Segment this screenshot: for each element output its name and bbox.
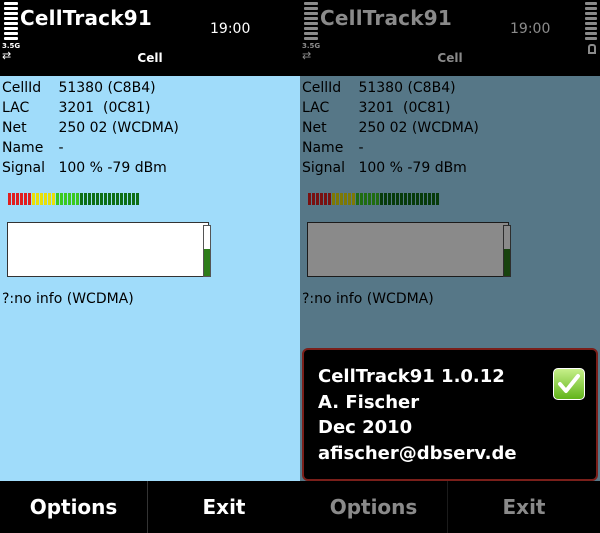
graph-level-fill [204, 248, 210, 276]
signal-row: Signal 100 % -79 dBm [2, 160, 167, 176]
signal-meter-segment [44, 193, 47, 205]
signal-meter-segment [88, 193, 91, 205]
cell-info-panel: CellId 51380 (C8B4) LAC 3201 (0C81) Net … [0, 76, 300, 481]
row-value: - [58, 140, 64, 156]
signal-meter-segment [120, 193, 123, 205]
signal-meter-segment [104, 193, 107, 205]
signal-meter-segment [128, 193, 131, 205]
signal-meter-segment [24, 193, 27, 205]
signal-meter-segment [76, 193, 79, 205]
phone-screen-about: 3.5G ⇄ CellTrack91 19:00 Cell CellId 513… [300, 0, 600, 533]
about-author: A. Fischer [318, 392, 420, 413]
signal-meter-segment [40, 193, 43, 205]
signal-meter-segment [8, 193, 11, 205]
row-label: Net [2, 120, 27, 136]
clock: 19:00 [210, 21, 251, 37]
exit-softkey[interactable]: Exit [150, 481, 298, 533]
row-label: CellId [2, 80, 42, 96]
signal-meter-segment [136, 193, 139, 205]
signal-meter-segment [36, 193, 39, 205]
signal-meter-segment [84, 193, 87, 205]
row-value: 3201 (0C81) [58, 100, 151, 116]
signal-meter-segment [124, 193, 127, 205]
signal-history-graph [7, 222, 211, 277]
row-value: 100 % -79 dBm [58, 160, 167, 176]
row-label: Signal [2, 160, 46, 176]
options-softkey[interactable]: Options [0, 481, 148, 533]
status-bar: 3.5G ⇄ CellTrack91 19:00 Cell [0, 0, 300, 76]
signal-meter-segment [52, 193, 55, 205]
signal-meter-segment [64, 193, 67, 205]
signal-meter-segment [100, 193, 103, 205]
signal-meter-segment [132, 193, 135, 205]
signal-meter-segment [68, 193, 71, 205]
signal-meter-segment [56, 193, 59, 205]
signal-meter-segment [16, 193, 19, 205]
check-icon[interactable] [553, 368, 585, 400]
neighbour-info: ?:no info (WCDMA) [2, 291, 134, 307]
about-date: Dec 2010 [318, 417, 413, 438]
row-label: Name [2, 140, 44, 156]
signal-meter-segment [112, 193, 115, 205]
signal-meter-segment [116, 193, 119, 205]
app-title: CellTrack91 [20, 6, 152, 30]
about-dialog[interactable]: CellTrack91 1.0.12 A. Fischer Dec 2010 a… [302, 348, 598, 481]
signal-meter-segment [28, 193, 31, 205]
signal-strength-icon [4, 2, 18, 42]
signal-meter-segment [32, 193, 35, 205]
about-version: CellTrack91 1.0.12 [318, 366, 505, 387]
softkey-bar: Options Exit [0, 481, 300, 533]
row-label: LAC [2, 100, 30, 116]
signal-meter [8, 193, 140, 205]
phone-screen-main: 3.5G ⇄ CellTrack91 19:00 Cell CellId 513… [0, 0, 300, 533]
row-value: 51380 (C8B4) [58, 80, 156, 96]
signal-meter-segment [92, 193, 95, 205]
signal-meter-segment [20, 193, 23, 205]
screen-title: Cell [137, 51, 163, 65]
signal-meter-segment [80, 193, 83, 205]
cell-id-row: CellId 51380 (C8B4) [2, 80, 156, 96]
signal-meter-segment [60, 193, 63, 205]
lac-row: LAC 3201 (0C81) [2, 100, 150, 116]
name-row: Name - [2, 140, 64, 156]
row-value: 250 02 (WCDMA) [58, 120, 179, 136]
about-email: afischer@dbserv.de [318, 443, 517, 464]
signal-meter-segment [48, 193, 51, 205]
signal-meter-segment [72, 193, 75, 205]
signal-meter-segment [108, 193, 111, 205]
graph-level-bar [203, 225, 211, 277]
net-row: Net 250 02 (WCDMA) [2, 120, 179, 136]
signal-meter-segment [96, 193, 99, 205]
signal-meter-segment [12, 193, 15, 205]
